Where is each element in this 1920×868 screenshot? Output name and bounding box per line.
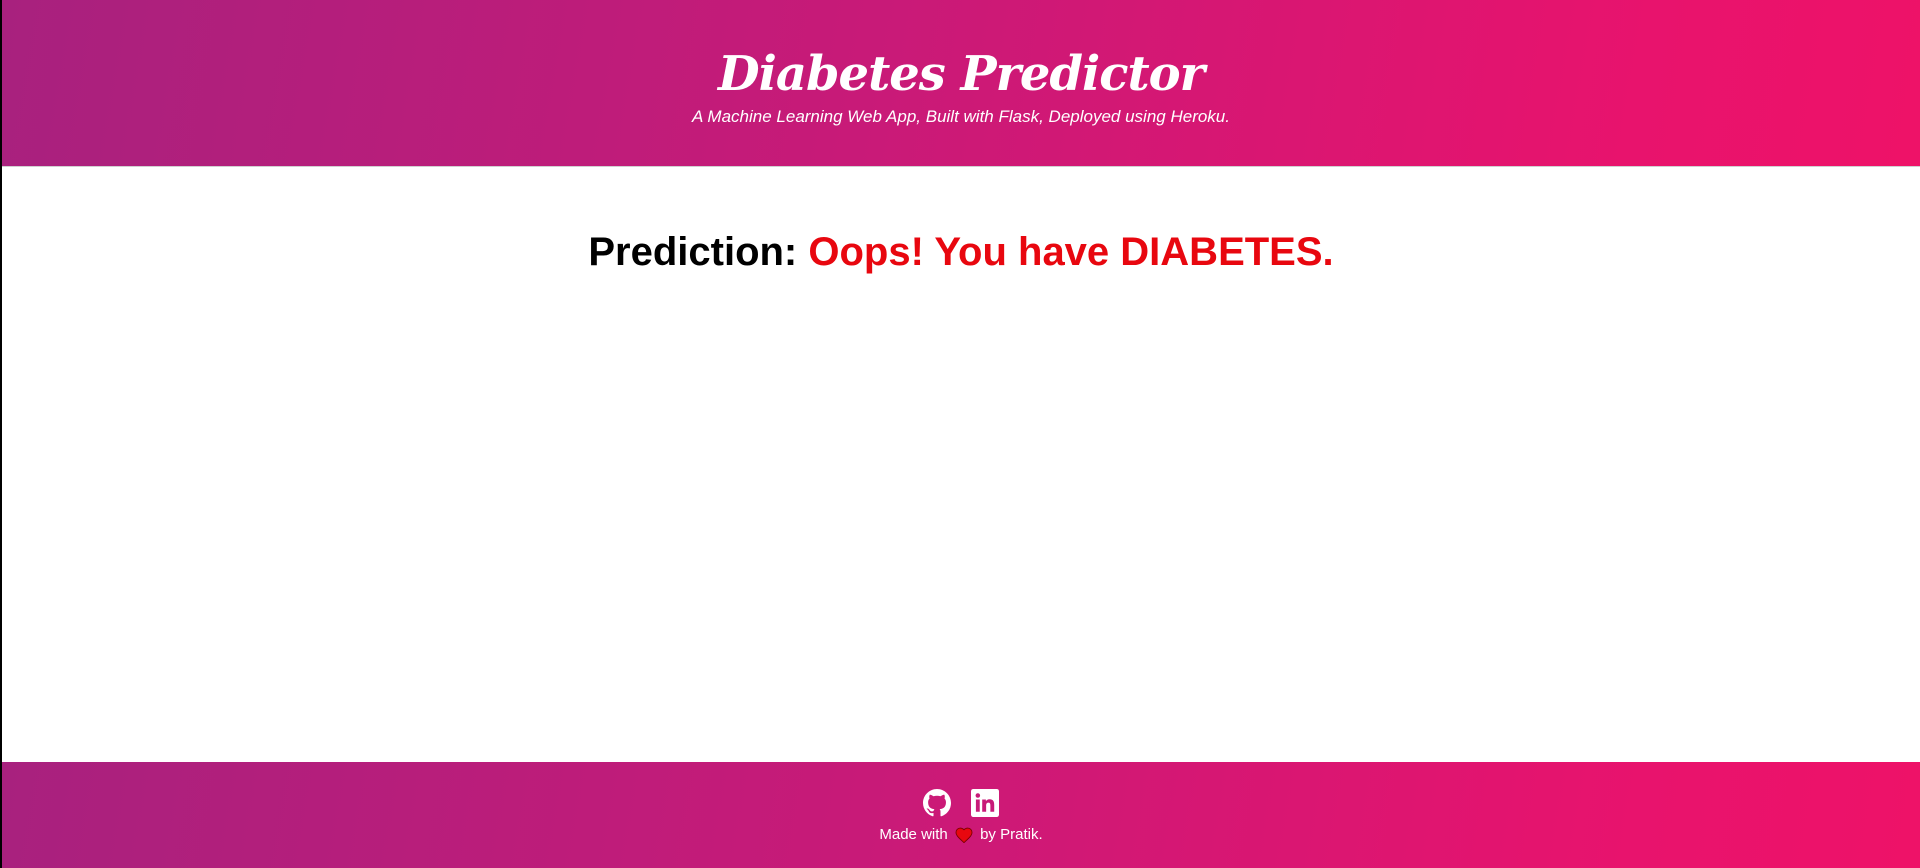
site-header: Diabetes Predictor A Machine Learning We… bbox=[2, 0, 1920, 167]
prediction-heading: Prediction: Oops! You have DIABETES. bbox=[2, 227, 1920, 277]
linkedin-icon bbox=[971, 789, 999, 817]
page-title: Diabetes Predictor bbox=[718, 46, 1205, 102]
github-icon bbox=[923, 789, 951, 817]
page-subtitle: A Machine Learning Web App, Built with F… bbox=[692, 107, 1230, 126]
prediction-label: Prediction: bbox=[588, 230, 798, 274]
linkedin-link[interactable] bbox=[971, 789, 999, 817]
page: Diabetes Predictor A Machine Learning We… bbox=[0, 0, 1920, 868]
heart-icon bbox=[955, 827, 973, 844]
credit-prefix: Made with bbox=[879, 826, 948, 843]
github-link[interactable] bbox=[923, 789, 951, 817]
main-content: Prediction: Oops! You have DIABETES. bbox=[2, 167, 1920, 762]
site-footer: Made with by Pratik. bbox=[2, 762, 1920, 868]
footer-credit: Made with by Pratik. bbox=[2, 825, 1920, 845]
credit-suffix: by Pratik. bbox=[980, 826, 1043, 843]
social-links bbox=[2, 789, 1920, 817]
prediction-result: Oops! You have DIABETES. bbox=[808, 230, 1334, 274]
